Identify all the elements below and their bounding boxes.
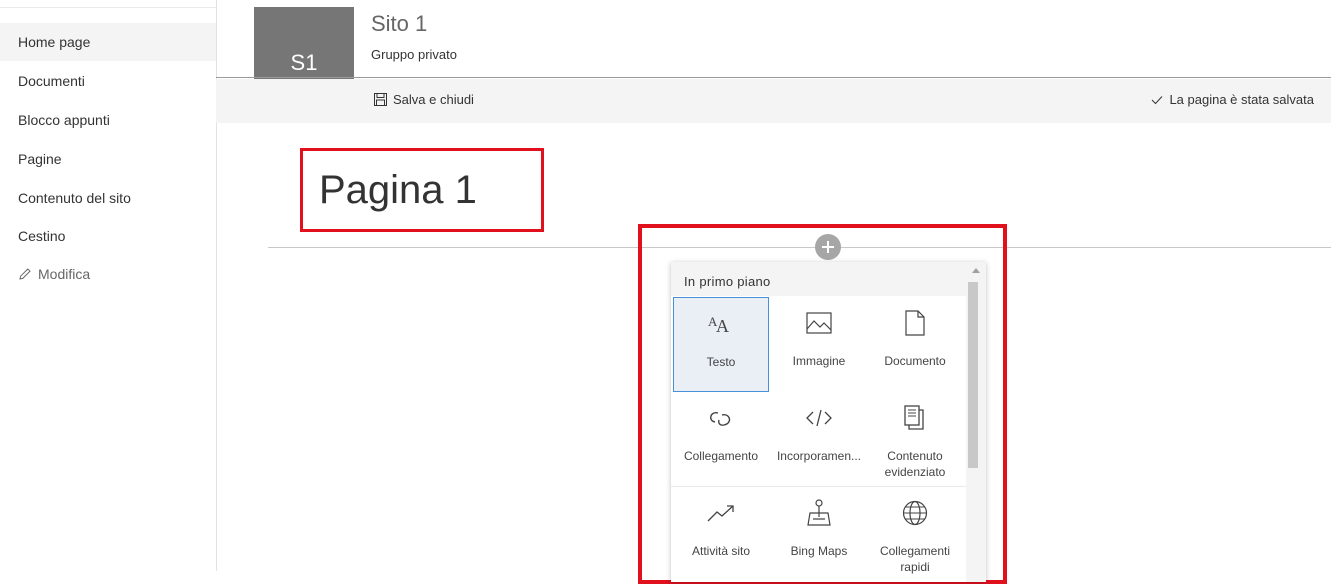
label-line-1: Contenuto [887,449,943,463]
label-line-2: rapidi [900,560,930,574]
checkmark-icon [1152,96,1163,105]
toolbox-item-testo[interactable]: AA Testo [673,297,769,392]
toolbox-item-incorporamento[interactable]: Incorporamen... [771,392,867,486]
toolbox-item-attivita-sito[interactable]: Attività sito [673,487,769,582]
pencil-icon [19,268,31,280]
toolbox-item-label: Incorporamen... [776,449,862,463]
toolbox-item-label: Attività sito [691,544,751,558]
toolbox-item-label: Collegamento [683,449,759,463]
site-subtitle: Gruppo privato [371,47,457,62]
nav-item-contenuto-del-sito[interactable]: Contenuto del sito [0,179,216,217]
globe-icon [867,499,963,527]
link-icon [673,404,769,432]
nav-edit-link[interactable]: Modifica [0,255,216,293]
toolbox-item-collegamento[interactable]: Collegamento [673,392,769,486]
save-status-label: La pagina è stata salvata [1169,92,1314,107]
toolbox-scrollbar-thumb[interactable] [968,282,978,468]
site-logo-text: S1 [290,50,318,75]
toolbox-item-label: Contenuto evidenziato [867,448,963,480]
toolbox-item-documento[interactable]: Documento [867,297,963,392]
site-activity-icon [673,499,769,527]
image-icon [771,309,867,337]
toolbox-item-label: Bing Maps [790,544,848,558]
site-title[interactable]: Sito 1 [371,11,427,37]
toolbox-item-label: Collegamenti rapidi [867,543,963,575]
save-and-close-button[interactable]: Salva e chiudi [374,92,474,107]
bing-maps-icon [771,499,867,527]
nav-item-pagine[interactable]: Pagine [0,140,216,178]
save-and-close-label: Salva e chiudi [393,92,474,107]
document-icon [867,309,963,337]
scroll-up-arrow-icon[interactable] [972,268,980,273]
nav-top-divider [0,7,216,8]
toolbox-heading: In primo piano [671,262,966,296]
text-icon: AA [674,310,768,338]
nav-item-cestino[interactable]: Cestino [0,217,216,255]
toolbox-item-label: Immagine [792,354,846,368]
nav-item-home-page[interactable]: Home page [0,23,216,61]
save-icon [374,93,387,106]
nav-item-documenti[interactable]: Documenti [0,62,216,100]
svg-text:A: A [716,316,729,336]
header-divider [216,77,1331,78]
label-line-2: evidenziato [884,465,946,479]
nav-edit-label: Modifica [38,266,91,282]
label-line-1: Collegamenti [879,544,951,558]
left-navigation: Home page Documenti Blocco appunti Pagin… [0,0,217,571]
embed-icon [771,404,867,432]
toolbox-item-immagine[interactable]: Immagine [771,297,867,392]
toolbox-item-label: Documento [884,354,946,368]
toolbox-item-collegamenti-rapidi[interactable]: Collegamenti rapidi [867,487,963,582]
toolbox-item-label: Testo [706,355,736,369]
page-title[interactable]: Pagina 1 [319,168,477,213]
nav-item-blocco-appunti[interactable]: Blocco appunti [0,101,216,139]
toolbox-item-bing-maps[interactable]: Bing Maps [771,487,867,582]
toolbox-item-contenuto-evidenziato[interactable]: Contenuto evidenziato [867,392,963,486]
save-status: La pagina è stata salvata [1151,92,1314,107]
add-webpart-button[interactable] [815,234,841,260]
highlighted-content-icon [867,404,963,432]
webpart-toolbox: In primo piano AA Testo Immagine Documen… [671,262,986,582]
